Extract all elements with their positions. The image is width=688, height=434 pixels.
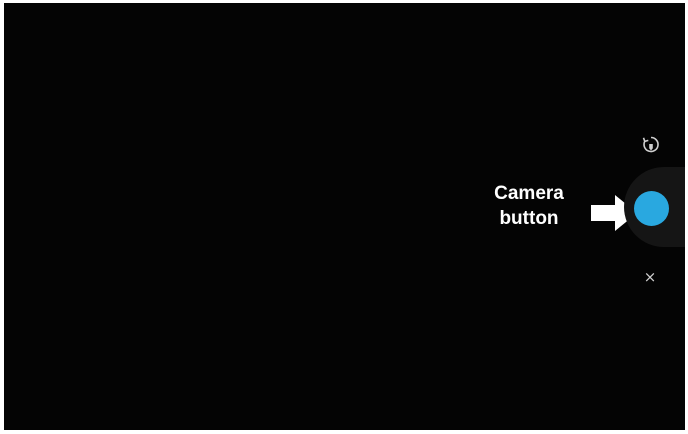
camera-capture-button[interactable] xyxy=(634,191,669,226)
camera-viewfinder: Camera button × xyxy=(4,3,685,430)
close-icon: × xyxy=(643,268,657,286)
callout-line-2: button xyxy=(499,208,559,229)
camera-switch-icon xyxy=(642,136,659,153)
close-button[interactable]: × xyxy=(640,267,660,287)
callout-line-1: Camera xyxy=(494,183,564,204)
switch-camera-button[interactable] xyxy=(639,133,663,157)
camera-controls: × xyxy=(615,3,685,430)
camera-button-callout: Camera button xyxy=(484,181,574,231)
